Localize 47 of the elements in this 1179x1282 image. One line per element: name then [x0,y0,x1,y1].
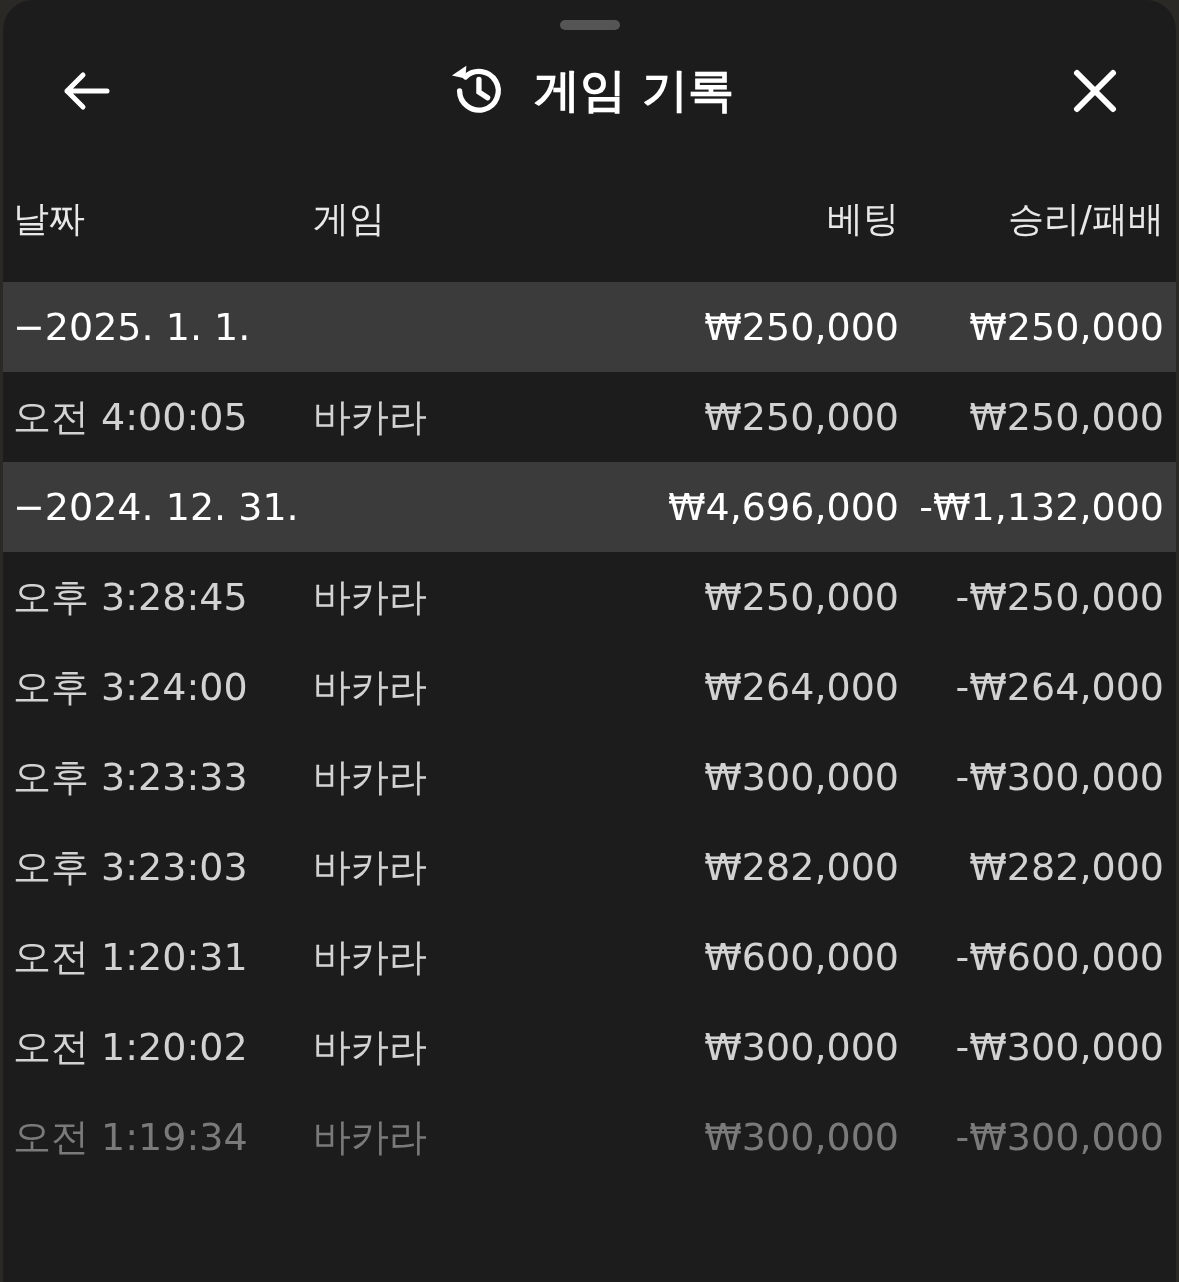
result-cell-text: -₩300,000 [954,1025,1164,1069]
bet-cell-text: ₩300,000 [703,1025,899,1069]
group-date: −2025. 1. 1. [13,305,252,349]
game-cell-text: 바카라 [313,753,428,801]
close-icon[interactable] [1072,68,1118,114]
group-date: −2024. 12. 31. [13,485,300,529]
time-cell-text: 오전 1:19:34 [13,1113,249,1161]
game-cell-text: 바카라 [313,663,428,711]
drag-handle[interactable] [559,20,620,30]
bet-cell-text: ₩250,000 [703,575,899,619]
date-group-row[interactable]: −2024. 12. 31. ₩4,696,000 -₩1,132,000 [3,462,1176,552]
column-header: 베팅 [826,196,899,241]
date-group-row[interactable]: −2025. 1. 1. ₩250,000 ₩250,000 [3,282,1176,372]
window-title: 게임 기록 [534,62,735,119]
result-cell-text: -₩300,000 [954,755,1164,799]
time-cell-text: 오후 3:24:00 [13,663,249,711]
group-bet-total: ₩250,000 [703,305,899,349]
group-result-total: -₩1,132,000 [918,485,1164,529]
bet-cell-text: ₩300,000 [703,1115,899,1159]
result-cell-text: -₩264,000 [954,665,1164,709]
time-cell-text: 오전 1:20:31 [13,933,249,981]
result-cell-text: -₩250,000 [954,575,1164,619]
game-cell-text: 바카라 [313,393,428,441]
bet-cell-text: ₩600,000 [703,935,899,979]
bet-cell-text: ₩250,000 [703,395,899,439]
column-header: 날짜 [13,196,86,241]
time-cell-text: 오전 4:00:05 [13,393,249,441]
group-result-total: ₩250,000 [968,305,1164,349]
game-cell-text: 바카라 [313,573,428,621]
result-cell-text: ₩282,000 [968,845,1164,889]
game-cell-text: 바카라 [313,843,428,891]
result-cell-text: -₩600,000 [954,935,1164,979]
result-cell-text: -₩300,000 [954,1115,1164,1159]
bet-cell-text: ₩264,000 [703,665,899,709]
column-header: 게임 [313,196,386,241]
column-header: 승리/패배 [1006,196,1164,241]
bet-cell-text: ₩300,000 [703,755,899,799]
game-cell-text: 바카라 [313,1023,428,1071]
group-bet-total: ₩4,696,000 [667,485,899,529]
time-cell-text: 오후 3:23:03 [13,843,249,891]
bet-cell-text: ₩282,000 [703,845,899,889]
game-cell-text: 바카라 [313,933,428,981]
time-cell-text: 오전 1:20:02 [13,1023,249,1071]
time-cell-text: 오후 3:28:45 [13,573,249,621]
game-cell-text: 바카라 [313,1113,428,1161]
result-cell-text: ₩250,000 [968,395,1164,439]
time-cell-text: 오후 3:23:33 [13,753,249,801]
